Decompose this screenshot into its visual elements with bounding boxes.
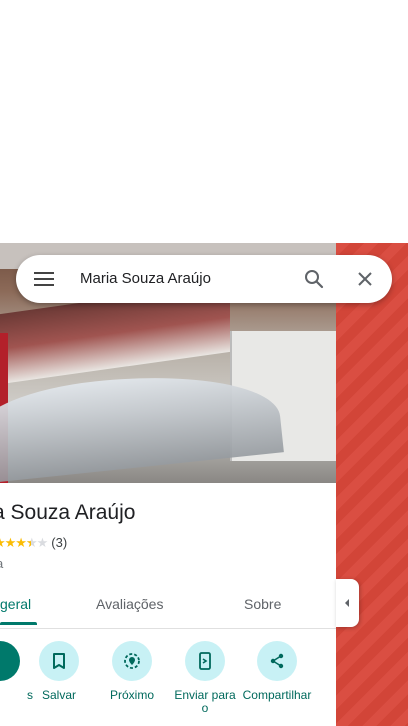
tab-bar: geral Avaliações Sobre — [0, 588, 336, 629]
tab-underline — [0, 622, 37, 625]
search-bar[interactable]: Maria Souza Araújo — [16, 255, 392, 303]
send-to-phone-label: Enviar para o — [174, 688, 236, 715]
share-label: Compartilhar — [242, 688, 312, 702]
place-title: a Souza Araújo — [0, 501, 136, 524]
rating-row[interactable]: ★★★★★★(3) — [0, 535, 67, 551]
tab-about[interactable]: Sobre — [244, 588, 281, 620]
blank-area — [0, 0, 408, 243]
share-button[interactable]: Compartilhar — [242, 641, 312, 702]
share-icon — [257, 641, 297, 681]
search-input[interactable]: Maria Souza Araújo — [80, 255, 211, 303]
save-label: Salvar — [41, 688, 76, 702]
search-icon[interactable] — [302, 267, 326, 291]
nearby-button[interactable]: Próximo — [97, 641, 167, 702]
send-to-phone-icon — [185, 641, 225, 681]
chevron-left-icon — [345, 599, 349, 607]
bookmark-icon — [39, 641, 79, 681]
save-button[interactable]: Salvar — [24, 641, 94, 702]
map-canvas[interactable] — [336, 243, 408, 726]
tab-reviews[interactable]: Avaliações — [96, 588, 163, 620]
tab-overview[interactable]: geral — [0, 588, 31, 620]
rating-count: (3) — [51, 535, 68, 550]
menu-icon[interactable] — [34, 269, 54, 289]
directions-icon — [0, 641, 20, 681]
nearby-label: Próximo — [109, 688, 154, 702]
send-to-phone-button[interactable]: Enviar para o — [170, 641, 240, 715]
rating-stars: ★★★★★★ — [0, 535, 48, 550]
nearby-icon — [112, 641, 152, 681]
collapse-panel-button[interactable] — [336, 579, 359, 627]
place-category: a — [0, 556, 3, 571]
close-icon[interactable] — [353, 267, 377, 291]
